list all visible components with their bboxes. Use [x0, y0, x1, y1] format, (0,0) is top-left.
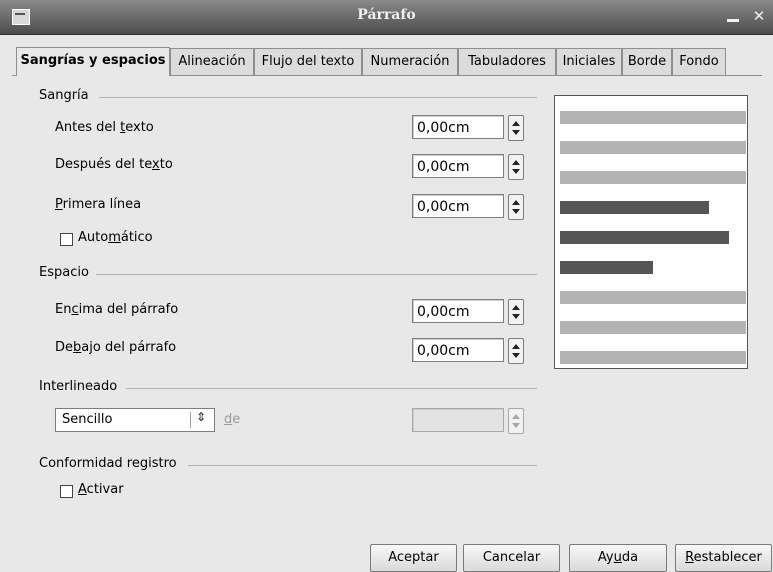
- spin-up-icon: [512, 305, 520, 310]
- preview-line-context: [560, 351, 746, 364]
- preview-line-paragraph: [560, 201, 709, 214]
- spin-down-icon: [512, 130, 520, 135]
- register-group-divider: [188, 465, 537, 466]
- title-bar: Párrafo ✕: [0, 0, 773, 35]
- above-paragraph-spinbox: 0,00cm: [412, 299, 526, 325]
- preview-line-paragraph: [560, 261, 653, 274]
- line-spacing-selected: Sencillo: [62, 412, 113, 427]
- below-paragraph-label: Debajo del párrafo: [55, 340, 177, 355]
- minimize-button[interactable]: [723, 6, 743, 26]
- line-spacing-value-spinbox: [412, 408, 526, 434]
- register-group-label: Conformidad registro: [39, 456, 177, 471]
- line-spacing-group-divider: [126, 388, 537, 389]
- above-paragraph-label: Encima del párrafo: [55, 302, 179, 317]
- tab-background[interactable]: Fondo: [672, 48, 726, 75]
- tab-tabs[interactable]: Tabuladores: [458, 48, 556, 75]
- preview-line-context: [560, 111, 746, 124]
- tab-alignment[interactable]: Alineación: [170, 48, 254, 75]
- line-spacing-group-label: Interlineado: [39, 379, 118, 394]
- after-text-spinbox: 0,00cm: [412, 154, 526, 180]
- below-paragraph-spinbox: 0,00cm: [412, 338, 526, 364]
- automatic-checkbox[interactable]: [60, 233, 73, 246]
- below-paragraph-stepper[interactable]: [508, 338, 524, 364]
- line-spacing-select[interactable]: Sencillo ⇕: [55, 408, 215, 432]
- preview-line-paragraph: [560, 231, 729, 244]
- preview-line-context: [560, 171, 746, 184]
- below-paragraph-input[interactable]: 0,00cm: [412, 338, 504, 362]
- reset-button[interactable]: Restablecer: [675, 544, 772, 572]
- above-paragraph-stepper[interactable]: [508, 299, 524, 325]
- activate-checkbox[interactable]: [60, 485, 73, 498]
- after-text-input[interactable]: 0,00cm: [412, 154, 504, 178]
- spin-down-icon: [512, 423, 520, 428]
- tab-text-flow[interactable]: Flujo del texto: [254, 48, 362, 75]
- spacing-group-divider: [96, 274, 537, 275]
- first-line-stepper[interactable]: [508, 194, 524, 220]
- after-text-label: Después del texto: [55, 157, 173, 172]
- before-text-stepper[interactable]: [508, 115, 524, 141]
- automatic-label: Automático: [78, 230, 153, 245]
- before-text-spinbox: 0,00cm: [412, 115, 526, 141]
- activate-label: Activar: [78, 482, 124, 497]
- spin-up-icon: [512, 121, 520, 126]
- tab-drop-caps[interactable]: Iniciales: [556, 48, 622, 75]
- spacing-group-label: Espacio: [39, 265, 89, 280]
- close-button[interactable]: ✕: [749, 6, 769, 26]
- tab-indents-spacing[interactable]: Sangrías y espacios: [16, 47, 170, 76]
- spin-up-icon: [512, 160, 520, 165]
- preview-line-context: [560, 321, 746, 334]
- before-text-label: Antes del texto: [55, 120, 154, 135]
- preview-line-context: [560, 291, 746, 304]
- after-text-stepper[interactable]: [508, 154, 524, 180]
- tab-numbering[interactable]: Numeración: [362, 48, 458, 75]
- spin-up-icon: [512, 344, 520, 349]
- spin-down-icon: [512, 169, 520, 174]
- spin-up-icon: [512, 200, 520, 205]
- spin-down-icon: [512, 314, 520, 319]
- indent-group-label: Sangría: [39, 88, 89, 103]
- select-arrows-icon: ⇕: [196, 410, 207, 424]
- paragraph-preview: [554, 95, 748, 369]
- window-title: Párrafo: [357, 7, 416, 23]
- ok-button[interactable]: Aceptar: [370, 544, 457, 572]
- line-spacing-value-stepper[interactable]: [508, 408, 524, 434]
- first-line-label: Primera línea: [55, 197, 142, 212]
- select-separator: [190, 412, 191, 428]
- first-line-spinbox: 0,00cm: [412, 194, 526, 220]
- cancel-button[interactable]: Cancelar: [463, 544, 560, 572]
- tab-border[interactable]: Borde: [622, 48, 672, 75]
- indent-group-divider: [99, 97, 537, 98]
- first-line-input[interactable]: 0,00cm: [412, 194, 504, 218]
- before-text-input[interactable]: 0,00cm: [412, 115, 504, 139]
- line-spacing-of-label: de: [224, 412, 241, 427]
- spin-down-icon: [512, 209, 520, 214]
- preview-line-context: [560, 141, 746, 154]
- spin-up-icon: [512, 414, 520, 419]
- spin-down-icon: [512, 353, 520, 358]
- help-button[interactable]: Ayuda: [569, 544, 667, 572]
- above-paragraph-input[interactable]: 0,00cm: [412, 299, 504, 323]
- line-spacing-value-input[interactable]: [412, 408, 504, 432]
